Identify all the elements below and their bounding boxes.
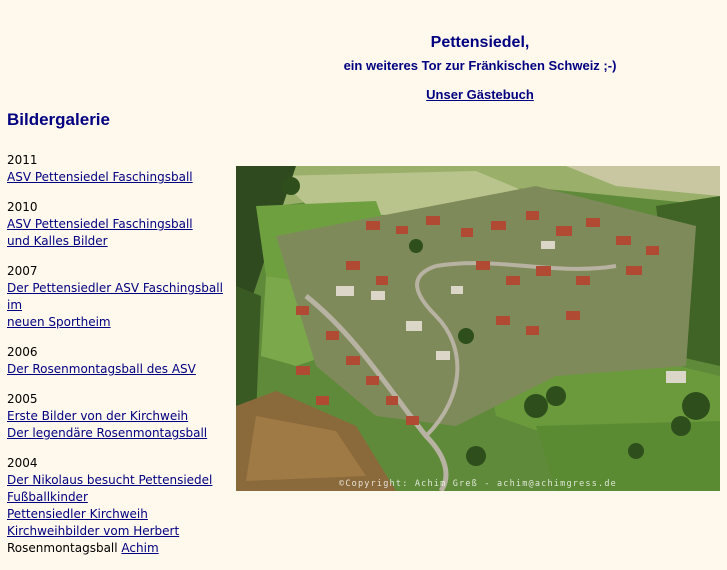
gallery-link[interactable]: ASV Pettensiedel Faschingsball: [7, 169, 239, 186]
year-block-2006: 2006 Der Rosenmontagsball des ASV: [7, 344, 239, 378]
year-label: 2011: [7, 153, 38, 167]
gallery-link[interactable]: Erste Bilder von der Kirchweih: [7, 408, 239, 425]
site-title: Pettensiedel,: [430, 34, 530, 51]
aerial-village-photo: ©Copyright: Achim Greß - achim@achimgres…: [236, 166, 720, 491]
gallery-link[interactable]: Der Pettensiedler ASV Faschingsball im: [7, 280, 239, 314]
gallery-link[interactable]: Kirchweihbilder vom Herbert: [7, 523, 239, 540]
gallery-line-text: Rosenmontagsball: [7, 541, 122, 555]
gallery-link[interactable]: neuen Sportheim: [7, 314, 239, 331]
gallery-mixed-line: Rosenmontagsball Achim: [7, 540, 239, 557]
gallery-link[interactable]: Der Rosenmontagsball des ASV: [7, 361, 239, 378]
gallery-link[interactable]: und Kalles Bilder: [7, 233, 239, 250]
gallery-link[interactable]: ASV Pettensiedel Faschingsball: [7, 216, 239, 233]
year-block-2005: 2005 Erste Bilder von der Kirchweih Der …: [7, 391, 239, 442]
year-block-2010: 2010 ASV Pettensiedel Faschingsball und …: [7, 199, 239, 250]
guestbook-link[interactable]: Unser Gästebuch: [426, 87, 534, 102]
aerial-photo-drawing: [236, 166, 720, 491]
gallery-link[interactable]: Achim: [121, 541, 158, 555]
gallery-link[interactable]: Pettensiedler Kirchweih: [7, 506, 239, 523]
year-label: 2004: [7, 456, 38, 470]
gallery-list: 2011 ASV Pettensiedel Faschingsball 2010…: [7, 152, 239, 570]
year-label: 2006: [7, 345, 38, 359]
gallery-link[interactable]: Der Nikolaus besucht Pettensiedel: [7, 472, 239, 489]
gallery-link[interactable]: Der legendäre Rosenmontagsball: [7, 425, 239, 442]
year-block-2011: 2011 ASV Pettensiedel Faschingsball: [7, 152, 239, 186]
year-label: 2007: [7, 264, 38, 278]
year-label: 2005: [7, 392, 38, 406]
year-block-2007: 2007 Der Pettensiedler ASV Faschingsball…: [7, 263, 239, 331]
gallery-link[interactable]: Fußballkinder: [7, 489, 239, 506]
site-subtitle: ein weiteres Tor zur Fränkischen Schweiz…: [343, 58, 617, 73]
year-label: 2010: [7, 200, 38, 214]
year-block-2004: 2004 Der Nikolaus besucht Pettensiedel F…: [7, 455, 239, 557]
gallery-heading: Bildergalerie: [7, 110, 110, 129]
photo-copyright: ©Copyright: Achim Greß - achim@achimgres…: [339, 479, 617, 489]
page-header: Pettensiedel, ein weiteres Tor zur Fränk…: [240, 34, 720, 103]
